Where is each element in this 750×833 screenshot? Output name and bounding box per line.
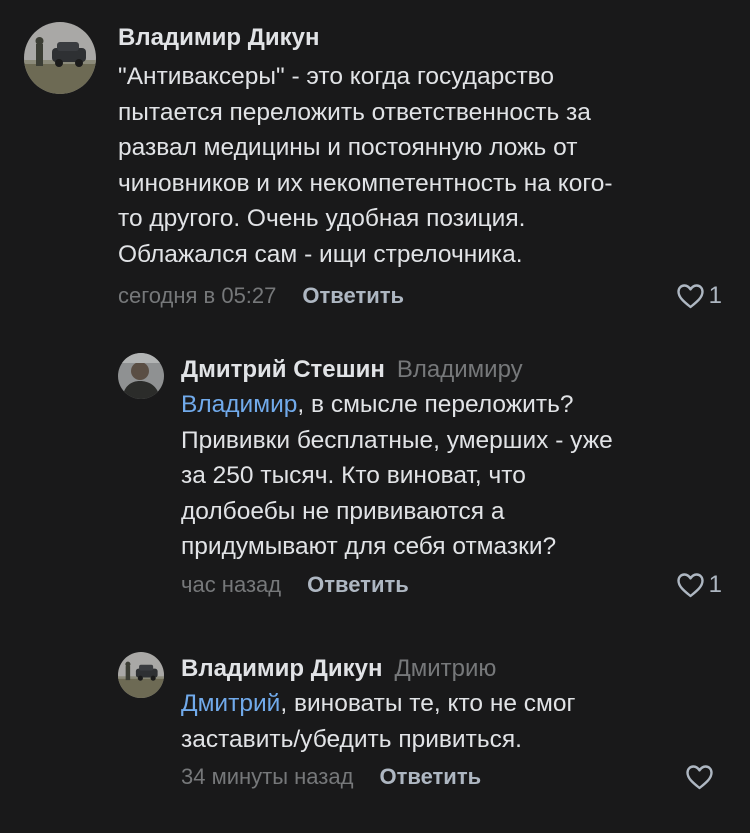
comment-time[interactable]: 34 минуты назад — [181, 764, 353, 790]
comment-footer: сегодня в 05:27 Ответить 1 — [118, 276, 722, 316]
comment-time[interactable]: сегодня в 05:27 — [118, 283, 276, 309]
heart-icon — [676, 572, 704, 597]
like-count: 1 — [708, 282, 722, 309]
avatar-photo-icon — [118, 353, 164, 399]
comment-header: Владимир Дикун Дмитрию — [181, 655, 722, 683]
reply-button[interactable]: Ответить — [302, 283, 404, 309]
comment-footer: час назад Ответить 1 — [181, 565, 722, 605]
author-name[interactable]: Владимир Дикун — [181, 655, 382, 683]
avatar[interactable] — [118, 652, 164, 698]
avatar[interactable] — [118, 353, 164, 399]
avatar[interactable] — [24, 22, 96, 94]
like-button[interactable] — [685, 757, 718, 797]
comment-thread: Владимир Дикун "Антиваксеры" - это когда… — [0, 0, 750, 833]
like-count: 1 — [708, 570, 722, 598]
mention-link[interactable]: Дмитрий — [181, 690, 280, 717]
comment-footer: 34 минуты назад Ответить — [181, 757, 722, 797]
avatar-photo-icon — [24, 22, 96, 94]
like-button[interactable]: 1 — [676, 565, 722, 605]
comment-time[interactable]: час назад — [181, 572, 281, 598]
heart-icon — [676, 284, 704, 309]
author-name[interactable]: Дмитрий Стешин — [181, 356, 385, 384]
like-button[interactable]: 1 — [676, 276, 722, 316]
author-name[interactable]: Владимир Дикун — [118, 24, 319, 52]
avatar-photo-icon — [118, 652, 164, 698]
heart-icon — [686, 765, 713, 790]
comment-text: "Антиваксеры" - это когда государство пы… — [118, 63, 613, 268]
reply-to-label[interactable]: Владимиру — [397, 356, 523, 384]
reply-to-label[interactable]: Дмитрию — [394, 655, 496, 683]
comment-header: Владимир Дикун — [118, 24, 722, 52]
reply-button[interactable]: Ответить — [379, 764, 481, 790]
reply-button[interactable]: Ответить — [307, 572, 409, 598]
comment-text: Дмитрий, виноваты те, кто не смог застав… — [181, 686, 722, 757]
comment-text: Владимир, в смысле переложить? Прививки … — [181, 387, 722, 565]
comment-header: Дмитрий Стешин Владимиру — [181, 356, 722, 384]
mention-link[interactable]: Владимир — [181, 391, 297, 418]
